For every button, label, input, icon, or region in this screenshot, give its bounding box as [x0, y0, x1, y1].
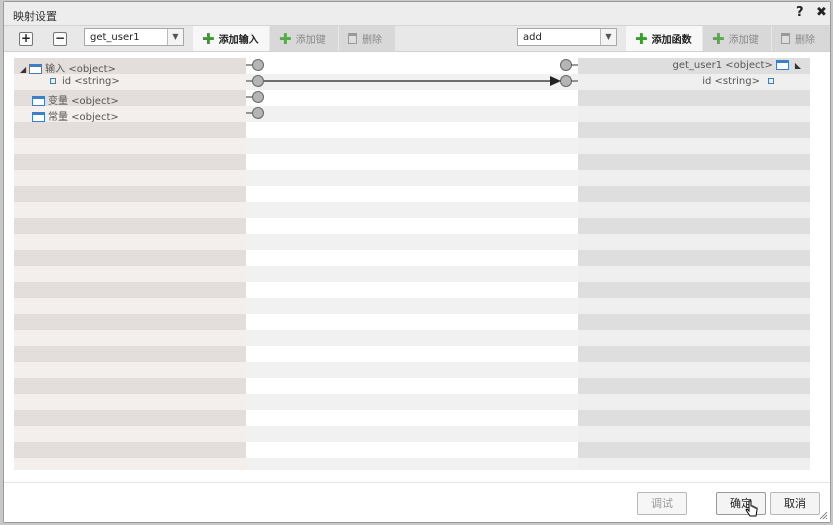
- add-input-label: 添加输入: [218, 35, 259, 46]
- plus-icon: ✚: [635, 29, 648, 48]
- cancel-button[interactable]: 取消: [770, 492, 820, 515]
- mapping-settings-dialog: 映射设置 ? ✖ + − get_user1 ▼ ✚ 添加输入 ✚ 添加键 删除…: [3, 1, 831, 523]
- resize-grip-icon[interactable]: [819, 511, 828, 520]
- dialog-titlebar[interactable]: 映射设置 ? ✖: [4, 2, 830, 26]
- trash-icon: [348, 33, 357, 44]
- delete-left-button[interactable]: 删除: [339, 26, 395, 51]
- chevron-down-icon: ▼: [167, 29, 183, 45]
- plus-icon: ✚: [202, 29, 215, 48]
- mapping-connectors: [246, 59, 579, 119]
- target-connector-id[interactable]: [560, 75, 579, 87]
- add-function-button[interactable]: ✚ 添加函数: [626, 26, 702, 51]
- expand-all-button[interactable]: +: [19, 32, 33, 46]
- add-key-right-label: 添加键: [728, 35, 759, 46]
- target-connector-get-user1[interactable]: [560, 59, 579, 71]
- close-icon[interactable]: ✖: [816, 5, 827, 20]
- source-select-value: get_user1: [90, 32, 140, 43]
- collapse-all-button[interactable]: −: [53, 32, 67, 46]
- add-input-button[interactable]: ✚ 添加输入: [193, 26, 269, 51]
- add-key-left-button[interactable]: ✚ 添加键: [270, 26, 338, 51]
- mapping-line-id-to-id[interactable]: [264, 76, 561, 86]
- help-icon[interactable]: ?: [796, 5, 804, 20]
- target-select[interactable]: add ▼: [517, 28, 617, 46]
- trash-icon: [781, 33, 790, 44]
- delete-right-label: 删除: [795, 35, 815, 46]
- source-connector-constants[interactable]: [246, 107, 264, 119]
- plus-icon: ✚: [712, 29, 725, 48]
- target-select-value: add: [523, 32, 542, 43]
- delete-left-label: 删除: [362, 35, 382, 46]
- plus-icon: ✚: [279, 29, 292, 48]
- source-connector-variables[interactable]: [246, 91, 264, 103]
- chevron-down-icon: ▼: [600, 29, 616, 45]
- mapping-toolbar: + − get_user1 ▼ ✚ 添加输入 ✚ 添加键 删除 add ▼ ✚ …: [4, 26, 830, 52]
- add-function-label: 添加函数: [651, 35, 692, 46]
- debug-button[interactable]: 调试: [637, 492, 687, 515]
- arrow-icon: [550, 76, 561, 86]
- dialog-title: 映射设置: [13, 10, 57, 23]
- mapping-grid: ◢ 输入 <object> id <string> 变量 <object> 常量 …: [14, 58, 810, 470]
- source-connector-input[interactable]: [246, 59, 264, 71]
- hand-cursor-icon: [745, 500, 758, 517]
- source-connector-id[interactable]: [246, 75, 264, 87]
- add-key-left-label: 添加键: [295, 35, 326, 46]
- delete-right-button[interactable]: 删除: [772, 26, 830, 51]
- add-key-right-button[interactable]: ✚ 添加键: [703, 26, 771, 51]
- source-select[interactable]: get_user1 ▼: [84, 28, 184, 46]
- dialog-footer: 调试 确定 取消: [4, 482, 830, 522]
